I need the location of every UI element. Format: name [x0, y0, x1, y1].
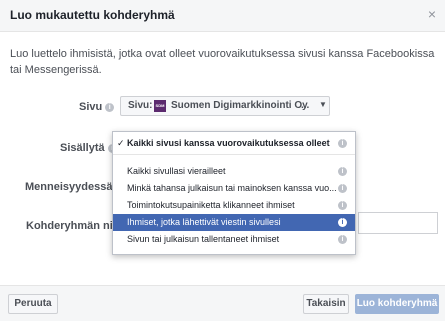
menu-item-post-or-ad[interactable]: Minkä tahansa julkaisun tai mainoksen ka… [113, 180, 355, 197]
dialog-description: Luo luettelo ihmisistä, jotka ovat ollee… [10, 48, 435, 76]
menu-item-visitors[interactable]: Kaikki sivullasi vierailleet i [113, 163, 355, 180]
menu-item-cta-clicked[interactable]: Toimintokutsupainiketta klikanneet ihmis… [113, 197, 355, 214]
menu-divider [113, 154, 355, 155]
menu-item-saved-page-or-post[interactable]: Sivun tai julkaisun tallentaneet ihmiset… [113, 231, 355, 248]
info-icon[interactable]: i [338, 139, 347, 148]
audience-name-input[interactable] [358, 212, 438, 234]
info-icon[interactable]: i [338, 201, 347, 210]
page-select-name: Suomen Digimarkkinointi Oy [171, 100, 308, 111]
menu-item-all-engaged[interactable]: ✓ Kaikki sivusi kanssa vuorovaikutuksess… [113, 135, 355, 152]
page-select-more: ... [301, 100, 310, 111]
page-logo-icon: SDM [154, 100, 166, 112]
sisallyta-label: Sisällytäi [60, 142, 117, 154]
close-icon[interactable]: × [428, 6, 436, 22]
check-icon: ✓ [117, 138, 125, 148]
cancel-button[interactable]: Peruuta [8, 294, 58, 314]
dialog-title: Luo mukautettu kohderyhmä [10, 8, 175, 22]
info-icon[interactable]: i [338, 235, 347, 244]
menu-item-label: Minkä tahansa julkaisun tai mainoksen ka… [127, 183, 337, 193]
info-icon[interactable]: i [105, 103, 115, 112]
info-icon[interactable]: i [338, 218, 347, 227]
back-button[interactable]: Takaisin [303, 294, 349, 314]
menneisyydessa-label: Menneisyydessäi [25, 181, 125, 193]
menu-item-sent-message[interactable]: Ihmiset, jotka lähettivät viestin sivull… [113, 214, 355, 231]
info-icon[interactable]: i [338, 184, 347, 193]
include-dropdown-menu: ✓ Kaikki sivusi kanssa vuorovaikutuksess… [112, 131, 356, 255]
kohderyhman-nimi-label: Kohderyhmän nimi [26, 220, 126, 232]
menu-item-label: Kaikki sivullasi vierailleet [127, 166, 226, 176]
menu-item-label: Ihmiset, jotka lähettivät viestin sivull… [127, 217, 281, 227]
info-icon[interactable]: i [338, 167, 347, 176]
menu-item-label: Kaikki sivusi kanssa vuorovaikutuksessa … [127, 138, 330, 148]
page-select-button[interactable]: Sivu: SDM Suomen Digimarkkinointi Oy ...… [120, 96, 330, 116]
page-select-prefix: Sivu: [128, 100, 153, 111]
sivu-label: Sivu i [79, 101, 115, 113]
create-audience-button[interactable]: Luo kohderyhmä [355, 294, 439, 314]
create-custom-audience-dialog: Luo mukautettu kohderyhmä × Luo luettelo… [0, 0, 445, 321]
menu-item-label: Sivun tai julkaisun tallentaneet ihmiset [127, 234, 280, 244]
dialog-header: Luo mukautettu kohderyhmä × [0, 0, 445, 32]
chevron-down-icon: ▼ [319, 100, 327, 109]
menu-item-label: Toimintokutsupainiketta klikanneet ihmis… [127, 200, 295, 210]
dialog-footer: Peruuta Takaisin Luo kohderyhmä [0, 285, 445, 321]
